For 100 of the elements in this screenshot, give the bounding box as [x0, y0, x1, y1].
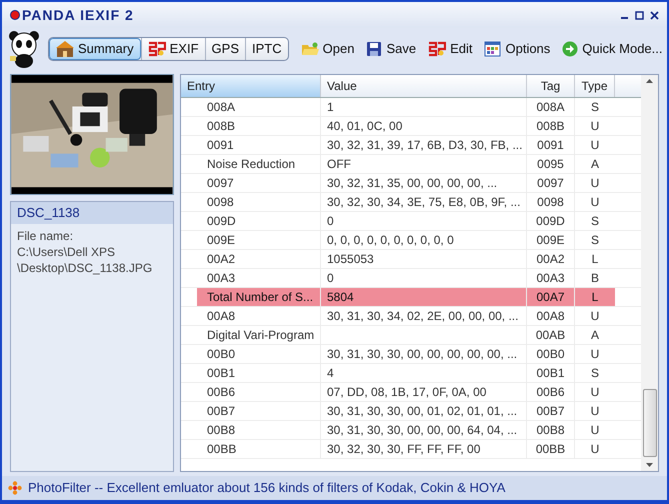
table-cell: Noise Reduction	[197, 155, 321, 173]
table-cell: 00B7	[527, 402, 575, 420]
table-cell: 0095	[527, 155, 575, 173]
table-cell: 0098	[197, 193, 321, 211]
table-row[interactable]: 0098 30, 32, 30, 34, 3E, 75, E8, 0B, 9F, ... 0098 U	[197, 193, 615, 211]
table-cell: 008A	[197, 98, 321, 116]
table-cell-text: L	[590, 289, 600, 306]
column-header[interactable]: Value	[321, 75, 527, 97]
table-cell-text: S	[590, 232, 600, 249]
table-row[interactable]: Digital Vari-Program 00AB A	[197, 326, 615, 344]
table-cell: 00B8	[197, 421, 321, 439]
file-info-line: File name:	[17, 228, 74, 244]
table-cell-text: B	[590, 270, 600, 287]
window-title: PANDA IEXIF 2	[22, 6, 134, 24]
table-cell: 00B6	[197, 383, 321, 401]
toolbar-button[interactable]: Open	[300, 39, 354, 59]
scrollbar[interactable]	[641, 75, 658, 471]
toolbar-button[interactable]: Save	[366, 39, 416, 59]
table-row[interactable]: 00B6 07, DD, 08, 1B, 17, 0F, 0A, 00 00B6 U	[197, 383, 615, 401]
table-cell: 00A2	[197, 250, 321, 268]
table-row[interactable]: 009D 0 009D S	[197, 212, 615, 230]
table-cell: 00A3	[527, 269, 575, 287]
table-cell: 0098	[527, 193, 575, 211]
table-row[interactable]: 009E 0, 0, 0, 0, 0, 0, 0, 0, 0, 0 009E S	[197, 231, 615, 249]
table-cell: 009D	[527, 212, 575, 230]
tab[interactable]: Summary	[49, 38, 141, 60]
table-cell: 30, 32, 31, 35, 00, 00, 00, 00, ...	[321, 174, 527, 192]
table-cell: 30, 31, 30, 30, 00, 01, 02, 01, 01, ...	[321, 402, 527, 420]
table-row[interactable]: 00B0 30, 31, 30, 30, 00, 00, 00, 00, 00, ... 00B0 U	[197, 345, 615, 363]
table-row[interactable]: 00B8 30, 31, 30, 30, 00, 00, 00, 64, 04, ... 00B8 U	[197, 421, 615, 439]
close-icon[interactable]	[650, 10, 659, 20]
scroll-thumb[interactable]	[642, 389, 656, 457]
table-cell: 30, 31, 30, 30, 00, 00, 00, 64, 04, ...	[321, 421, 527, 439]
table-cell: 4	[321, 364, 527, 382]
table-cell-text: U	[590, 194, 600, 211]
table-cell: 00B0	[197, 345, 321, 363]
table-cell: 0	[321, 212, 527, 230]
table-row[interactable]: Noise Reduction OFF 0095 A	[197, 155, 615, 173]
table-cell: 30, 31, 30, 30, 00, 00, 00, 00, 00, ...	[321, 345, 527, 363]
table-cell: 30, 32, 30, 34, 3E, 75, E8, 0B, 9F, ...	[321, 193, 527, 211]
table-cell: 0097	[527, 174, 575, 192]
table-cell-text: U	[590, 346, 600, 363]
table-cell-text: U	[590, 137, 600, 154]
file-info-line: C:\Users\Dell XPS	[17, 244, 116, 260]
column-header[interactable]: Entry	[181, 75, 321, 97]
folder-icon	[300, 41, 319, 57]
table-row[interactable]: Total Number of S... 5804 00A7 L	[197, 288, 615, 306]
toolbar-button[interactable]: Options	[484, 39, 550, 59]
table-cell-text: U	[590, 175, 600, 192]
table-cell: 0, 0, 0, 0, 0, 0, 0, 0, 0, 0	[321, 231, 527, 249]
table-row[interactable]: 0097 30, 32, 31, 35, 00, 00, 00, 00, ... 0097 U	[197, 174, 615, 192]
table-cell-text: U	[590, 118, 600, 135]
table-row[interactable]: 00B1 4 00B1 S	[197, 364, 615, 382]
table-cell: 00A8	[197, 307, 321, 325]
table-row[interactable]: 0091 30, 32, 31, 39, 17, 6B, D3, 30, FB, ... 0091 U	[197, 136, 615, 154]
save-icon	[366, 41, 382, 57]
maximize-icon[interactable]	[635, 10, 644, 20]
scroll-down-icon[interactable]	[646, 463, 653, 467]
table-row[interactable]: 00A3 0 00A3 B	[197, 269, 615, 287]
table-row[interactable]: 00BB 30, 32, 30, 30, FF, FF, FF, 00 00BB U	[197, 440, 615, 458]
table-cell: 008A	[527, 98, 575, 116]
table-cell: 009E	[197, 231, 321, 249]
window-grid-icon	[484, 41, 502, 57]
table-cell: 008B	[197, 117, 321, 135]
table-cell: 00B1	[527, 364, 575, 382]
table-cell-text: L	[590, 251, 600, 268]
table-cell: 30, 31, 30, 34, 02, 2E, 00, 00, 00, ...	[321, 307, 527, 325]
table-row[interactable]: 008B 40, 01, 0C, 00 008B U	[197, 117, 615, 135]
file-info-line: \Desktop\DSC_1138.JPG	[17, 260, 154, 276]
table-row[interactable]: 00A2 1055053 00A2 L	[197, 250, 615, 268]
column-header[interactable]: Tag	[527, 75, 575, 97]
table-cell: 00BB	[197, 440, 321, 458]
house-icon	[56, 41, 74, 57]
table-cell: 00A2	[527, 250, 575, 268]
table-row[interactable]: 008A 1 008A S	[197, 98, 615, 116]
table-cell: 07, DD, 08, 1B, 17, 0F, 0A, 00	[321, 383, 527, 401]
table-cell-text: U	[590, 384, 600, 401]
toolbar-button[interactable]: Quick Mode...	[562, 39, 662, 59]
table-cell: 1055053	[321, 250, 527, 268]
scroll-up-icon[interactable]	[646, 79, 653, 83]
tab[interactable]: EXIF	[140, 38, 205, 60]
table-cell-text: A	[590, 327, 600, 344]
table-cell: 00B8	[527, 421, 575, 439]
table-cell-text: U	[590, 422, 600, 439]
table-cell: 40, 01, 0C, 00	[321, 117, 527, 135]
table-cell: Total Number of S...	[197, 288, 321, 306]
tab[interactable]: IPTC	[245, 38, 288, 60]
table-row[interactable]: 00A8 30, 31, 30, 34, 02, 2E, 00, 00, 00, ... 00A8 U	[197, 307, 615, 325]
table-cell: 0091	[197, 136, 321, 154]
table-cell-text: S	[590, 213, 600, 230]
table-cell: 009E	[527, 231, 575, 249]
table-cell: 1	[321, 98, 527, 116]
toolbar-button[interactable]: Edit	[428, 39, 472, 59]
table-cell: 5804	[321, 288, 527, 306]
arrow-circle-icon	[562, 41, 578, 57]
tab[interactable]: GPS	[204, 38, 245, 60]
flower-icon	[8, 481, 22, 495]
column-header[interactable]: Type	[575, 75, 615, 97]
table-row[interactable]: 00B7 30, 31, 30, 30, 00, 01, 02, 01, 01, ... 00B7 U	[197, 402, 615, 420]
table-cell: 00B1	[197, 364, 321, 382]
